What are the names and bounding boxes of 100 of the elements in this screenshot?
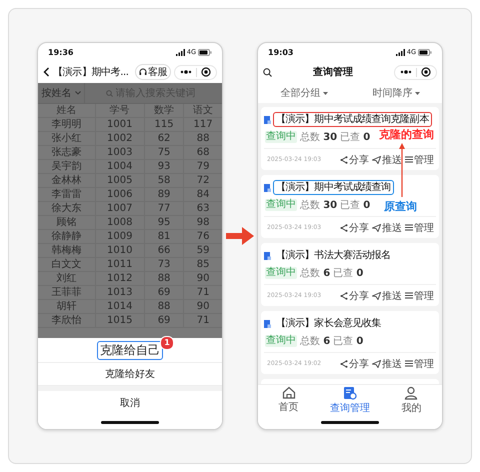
table-cell: 73 [144,258,184,272]
tab-item[interactable]: 首页 [258,385,320,415]
customer-service-button[interactable]: 客服 [135,64,171,80]
table-cell: 1002 [95,132,144,146]
caret-icon [322,92,328,94]
table-cell: 吴宇韵 [38,160,95,174]
table-cell: 88 [144,300,184,314]
table-cell: 1003 [95,146,144,160]
card-action[interactable]: 分享 [340,152,369,166]
more-icon[interactable] [180,70,192,74]
table-cell: 71 [184,314,222,328]
table-cell: 95 [144,216,184,230]
table-cell: 1015 [95,314,144,328]
table-cell: 徐静静 [38,230,95,244]
table-cell: 88 [144,272,184,286]
cancel-option[interactable]: 取消 [120,396,140,410]
battery-icon [198,48,212,56]
table-cell: 75 [144,146,184,160]
card-action[interactable]: 分享 [340,288,369,302]
table-cell: 李欣怡 [38,314,95,328]
total-count: 总数 6 [300,266,330,280]
menu-capsule[interactable] [394,64,437,80]
table-cell: 63 [184,202,222,216]
status-tag: 查询中 [265,199,297,211]
tab-item[interactable]: 我的 [380,385,442,415]
card-action[interactable]: 推送 [372,288,402,302]
menu-capsule[interactable] [174,64,217,80]
checked-count: 已查 0 [333,266,364,280]
card-action[interactable]: 管理 [405,220,434,234]
status-time: 19:36 [48,48,74,56]
query-title: 【演示】书法大赛活动报名 [275,248,392,263]
chevron-icon [74,91,80,95]
table-cell: 1005 [95,174,144,188]
table-cell: 1013 [95,286,144,300]
document-icon [264,252,271,260]
table-cell: 84 [184,188,222,202]
more-icon[interactable] [400,70,412,74]
card-action[interactable]: 管理 [405,152,434,166]
table-cell: 1007 [95,202,144,216]
document-icon [264,320,271,328]
table-cell: 1014 [95,300,144,314]
query-title: 【演示】期中考试成绩查询克隆副本 [273,112,432,127]
close-icon[interactable] [201,67,211,77]
card-action[interactable]: 分享 [340,220,369,234]
caret-icon [414,92,420,94]
table-cell: 62 [144,132,184,146]
status-tag: 查询中 [265,267,297,279]
total-count: 总数 6 [300,334,330,348]
table-cell: 88 [184,132,222,146]
card-action[interactable]: 管理 [405,356,434,370]
column-header: 数学 [144,104,184,118]
table-cell: 顾铭 [38,216,95,230]
home-indicator [101,420,159,424]
card-action[interactable]: 推送 [372,356,402,370]
column-header: 语文 [184,104,222,118]
table-cell: 张志豪 [38,146,95,160]
search-icon [106,90,112,96]
card-action[interactable]: 推送 [372,220,402,234]
table-cell: 66 [144,244,184,258]
table-cell: 1008 [95,216,144,230]
tab-item[interactable]: 查询管理 [319,385,381,415]
share-icon [340,156,348,164]
checked-count: 已查 0 [340,130,370,144]
annotation-label: 克隆的查询 [379,127,434,142]
table-cell: 68 [184,146,222,160]
headset-icon [139,68,147,76]
send-icon [372,224,381,232]
back-icon[interactable] [43,67,50,77]
table-cell: 1011 [95,258,144,272]
table-cell: 77 [144,202,184,216]
list-icon [405,292,413,299]
table-cell: 白文文 [38,258,95,272]
status-time: 19:03 [268,48,294,56]
search-icon[interactable] [263,68,272,76]
share-icon [340,360,348,368]
total-count: 总数 30 [300,130,338,144]
table-cell: 89 [144,188,184,202]
list-icon [405,360,413,367]
document-icon [264,116,271,124]
table-cell: 1010 [95,244,144,258]
home-icon [282,386,296,399]
table-cell: 李明明 [38,118,95,132]
filter-dropdown[interactable]: 全部分组 [280,86,328,100]
home-indicator [321,420,379,424]
card-action[interactable]: 分享 [340,356,369,370]
page-title: 查询管理 [312,66,354,79]
query-title: 【演示】家长会意见收集 [275,316,382,331]
table-cell: 90 [184,300,222,314]
table-cell: 1009 [95,230,144,244]
table-cell: 117 [184,118,222,132]
table-cell: 1004 [95,160,144,174]
send-icon [372,292,381,300]
table-cell: 90 [184,272,222,286]
filter-dropdown[interactable]: 时间降序 [372,86,420,100]
close-icon[interactable] [421,67,431,77]
sheet-option[interactable]: 克隆给好友 [102,366,158,382]
card-action[interactable]: 推送 [372,152,402,166]
table-cell: 71 [184,286,222,300]
card-action[interactable]: 管理 [405,288,434,302]
status-tag: 查询中 [265,335,297,347]
